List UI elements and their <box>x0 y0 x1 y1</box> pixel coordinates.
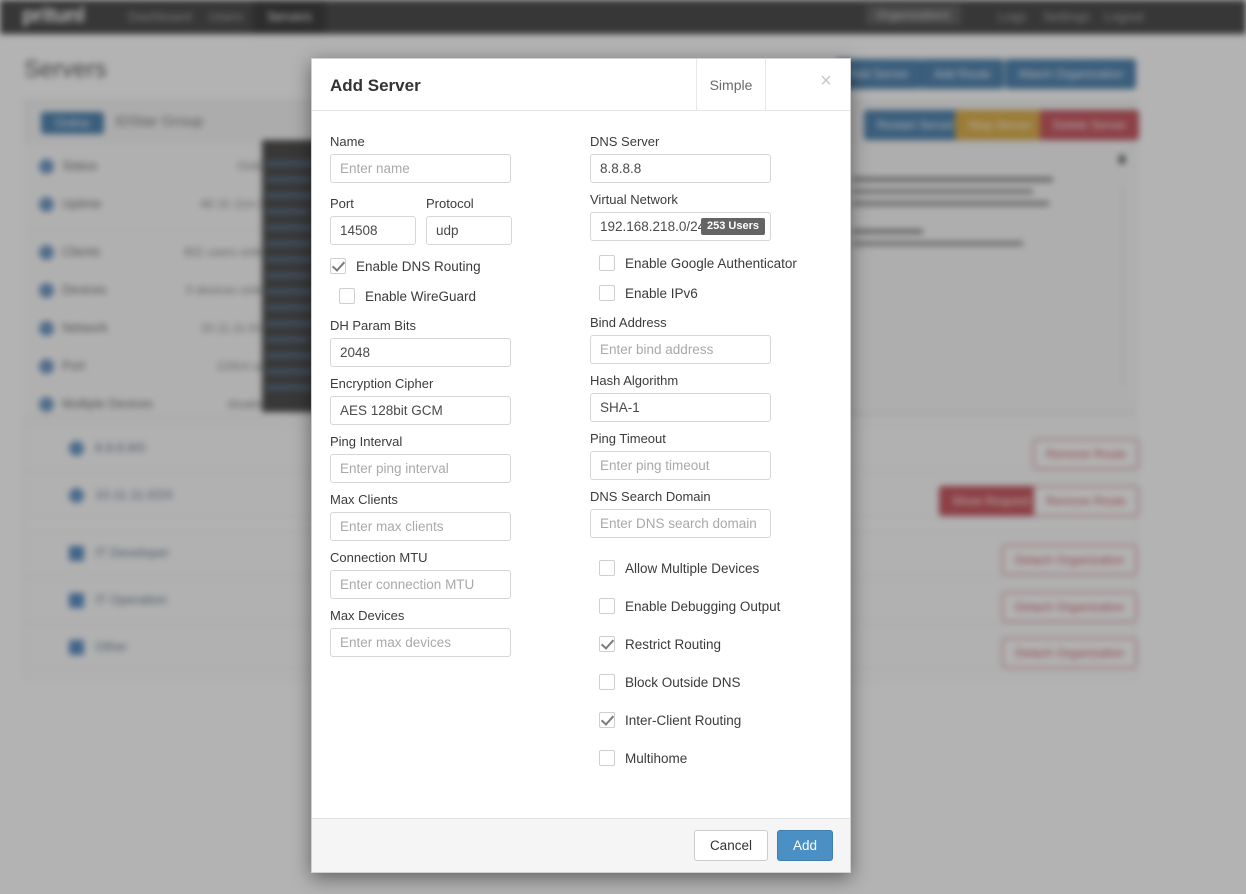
left-column: Name Port Protocol Enable DNS Routin <box>330 125 572 788</box>
max-clients-input[interactable] <box>330 512 511 541</box>
field-dh-param-bits: DH Param Bits <box>330 318 572 367</box>
field-bind-address: Bind Address <box>590 315 832 364</box>
checkbox-label: Block Outside DNS <box>625 675 741 690</box>
checkbox-icon-unchecked[interactable] <box>599 674 615 690</box>
connection-mtu-label: Connection MTU <box>330 550 572 565</box>
field-ping-interval: Ping Interval <box>330 434 572 483</box>
max-clients-label: Max Clients <box>330 492 572 507</box>
ping-interval-input[interactable] <box>330 454 511 483</box>
checkbox-icon-unchecked[interactable] <box>599 285 615 301</box>
field-dns-search-domain: DNS Search Domain <box>590 489 832 538</box>
checkbox-label: Enable IPv6 <box>625 286 698 301</box>
field-port-protocol: Port Protocol <box>330 187 572 245</box>
protocol-select[interactable] <box>426 216 512 245</box>
dialog-header: Add Server Simple × <box>312 59 850 111</box>
checkbox-inter-client-routing[interactable]: Inter-Client Routing <box>599 712 832 728</box>
checkbox-icon-unchecked[interactable] <box>599 560 615 576</box>
ping-timeout-label: Ping Timeout <box>590 431 832 446</box>
checkbox-label: Allow Multiple Devices <box>625 561 759 576</box>
field-name: Name <box>330 134 572 183</box>
ping-timeout-input[interactable] <box>590 451 771 480</box>
checkbox-enable-dns-routing[interactable]: Enable DNS Routing <box>330 258 572 274</box>
port-input[interactable] <box>330 216 416 245</box>
hash-algorithm-select[interactable] <box>590 393 771 422</box>
dialog-title: Add Server <box>330 76 421 96</box>
checkbox-icon-checked[interactable] <box>599 636 615 652</box>
checkbox-label: Enable Google Authenticator <box>625 256 797 271</box>
checkbox-icon-checked[interactable] <box>330 258 346 274</box>
add-server-dialog: Add Server Simple × Name Port Protocol <box>311 58 851 873</box>
field-max-devices: Max Devices <box>330 608 572 657</box>
checkbox-icon-unchecked[interactable] <box>599 598 615 614</box>
field-connection-mtu: Connection MTU <box>330 550 572 599</box>
checkbox-restrict-routing[interactable]: Restrict Routing <box>599 636 832 652</box>
dns-search-domain-input[interactable] <box>590 509 771 538</box>
max-devices-input[interactable] <box>330 628 511 657</box>
field-hash-algorithm: Hash Algorithm <box>590 373 832 422</box>
field-max-clients: Max Clients <box>330 492 572 541</box>
checkbox-icon-checked[interactable] <box>599 712 615 728</box>
checkbox-enable-ipv6[interactable]: Enable IPv6 <box>599 285 832 301</box>
checkbox-label: Enable WireGuard <box>365 289 476 304</box>
checkbox-block-outside-dns[interactable]: Block Outside DNS <box>599 674 832 690</box>
dns-search-domain-label: DNS Search Domain <box>590 489 832 504</box>
field-encryption-cipher: Encryption Cipher <box>330 376 572 425</box>
protocol-label: Protocol <box>426 196 512 211</box>
dialog-body: Name Port Protocol Enable DNS Routin <box>312 111 850 818</box>
add-button[interactable]: Add <box>777 830 833 861</box>
cancel-button[interactable]: Cancel <box>694 830 768 861</box>
checkbox-allow-multiple-devices[interactable]: Allow Multiple Devices <box>599 560 832 576</box>
dialog-footer: Cancel Add <box>312 818 850 872</box>
checkbox-icon-unchecked[interactable] <box>599 255 615 271</box>
checkbox-label: Enable DNS Routing <box>356 259 481 274</box>
name-label: Name <box>330 134 572 149</box>
checkbox-icon-unchecked[interactable] <box>339 288 355 304</box>
hash-algorithm-label: Hash Algorithm <box>590 373 832 388</box>
mode-toggle-simple[interactable]: Simple <box>696 59 766 111</box>
field-virtual-network: Virtual Network 253 Users <box>590 192 832 241</box>
dns-server-input[interactable] <box>590 154 771 183</box>
field-dns-server: DNS Server <box>590 134 832 183</box>
close-icon[interactable]: × <box>816 71 836 91</box>
max-devices-label: Max Devices <box>330 608 572 623</box>
checkbox-multihome[interactable]: Multihome <box>599 750 832 766</box>
dns-server-label: DNS Server <box>590 134 832 149</box>
port-label: Port <box>330 196 416 211</box>
checkbox-enable-wireguard[interactable]: Enable WireGuard <box>339 288 572 304</box>
encryption-cipher-select[interactable] <box>330 396 511 425</box>
field-ping-timeout: Ping Timeout <box>590 431 832 480</box>
encryption-cipher-label: Encryption Cipher <box>330 376 572 391</box>
checkbox-enable-google-authenticator[interactable]: Enable Google Authenticator <box>599 255 832 271</box>
bind-address-input[interactable] <box>590 335 771 364</box>
name-input[interactable] <box>330 154 511 183</box>
connection-mtu-input[interactable] <box>330 570 511 599</box>
bind-address-label: Bind Address <box>590 315 832 330</box>
checkbox-label: Multihome <box>625 751 687 766</box>
checkbox-label: Inter-Client Routing <box>625 713 741 728</box>
checkbox-label: Restrict Routing <box>625 637 721 652</box>
ping-interval-label: Ping Interval <box>330 434 572 449</box>
virtual-network-label: Virtual Network <box>590 192 832 207</box>
virtual-network-input[interactable] <box>590 212 771 241</box>
checkbox-label: Enable Debugging Output <box>625 599 780 614</box>
checkbox-icon-unchecked[interactable] <box>599 750 615 766</box>
dh-param-bits-select[interactable] <box>330 338 511 367</box>
dh-param-bits-label: DH Param Bits <box>330 318 572 333</box>
right-column: DNS Server Virtual Network 253 Users Ena… <box>590 125 832 788</box>
checkbox-enable-debugging-output[interactable]: Enable Debugging Output <box>599 598 832 614</box>
